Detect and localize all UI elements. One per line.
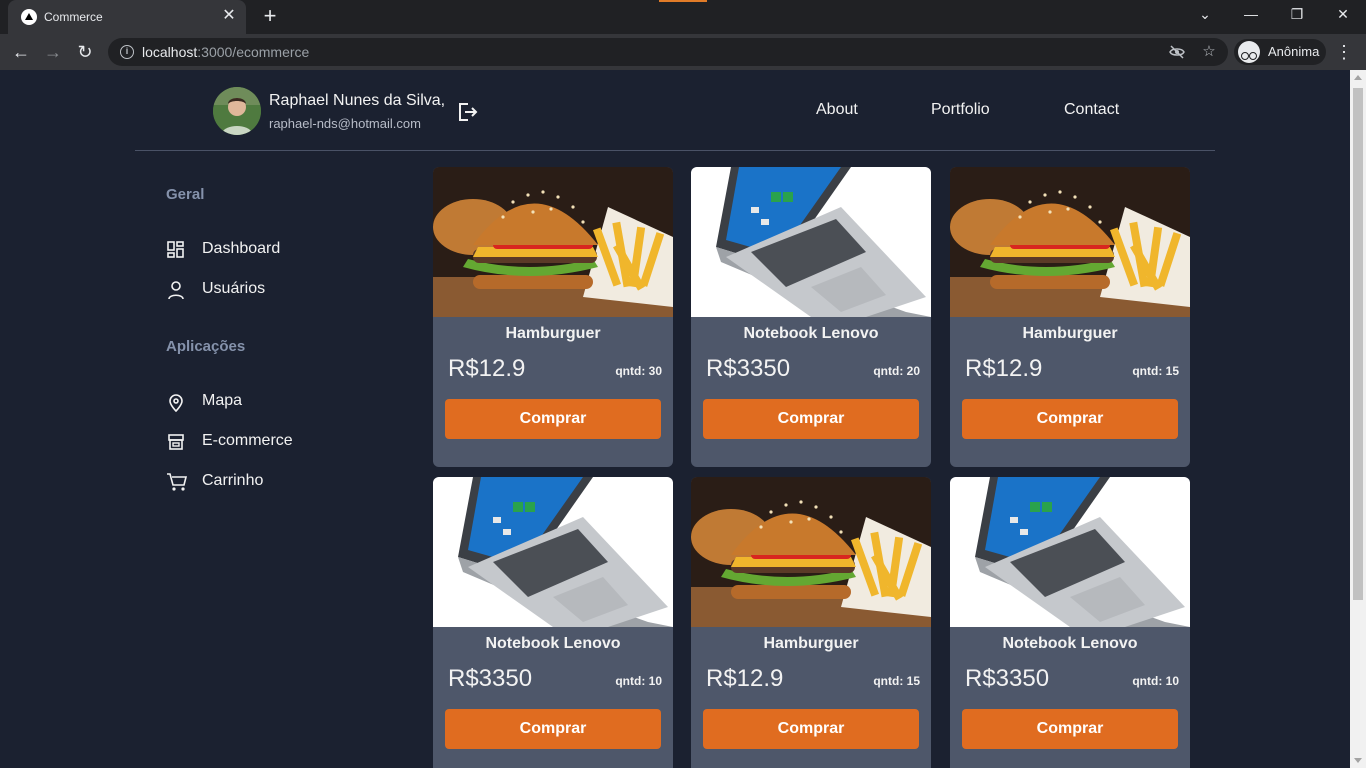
- user-avatar: [213, 87, 261, 135]
- browser-tab-bar: Commerce ✕ + ⌄ — ❐ ✕: [0, 0, 1366, 34]
- product-card: Hamburguer R$12.9 qntd: 15 Comprar: [691, 477, 931, 768]
- close-tab-icon[interactable]: ✕: [220, 7, 238, 25]
- product-name: Hamburguer: [763, 635, 859, 652]
- buy-button[interactable]: Comprar: [962, 399, 1178, 439]
- cart-icon: [167, 473, 188, 491]
- product-image: [433, 167, 673, 317]
- incognito-profile[interactable]: Anônima: [1234, 39, 1326, 65]
- page-content: Raphael Nunes da Silva, raphael-nds@hotm…: [0, 70, 1350, 768]
- product-name: Hamburguer: [1022, 325, 1118, 342]
- product-image: [433, 477, 673, 627]
- site-info-icon[interactable]: i: [120, 45, 134, 59]
- product-image: [950, 477, 1190, 627]
- buy-button[interactable]: Comprar: [445, 709, 661, 749]
- url-host: localhost: [142, 44, 198, 60]
- product-image: [691, 477, 931, 627]
- browser-menu-icon[interactable]: ⋮: [1334, 39, 1354, 65]
- product-quantity: qntd: 15: [873, 674, 920, 688]
- map-pin-icon: [169, 394, 183, 412]
- dashboard-icon: [167, 241, 184, 258]
- product-name: Notebook Lenovo: [485, 635, 621, 652]
- product-card: Hamburguer R$12.9 qntd: 30 Comprar: [433, 167, 673, 467]
- tab-search-icon[interactable]: ⌄: [1182, 0, 1228, 30]
- user-name: Raphael Nunes da Silva,: [269, 92, 446, 109]
- product-quantity: qntd: 10: [615, 674, 662, 688]
- product-price: R$12.9: [448, 355, 526, 382]
- browser-toolbar: ← → ↻ i localhost:3000/ecommerce ☆ Anôni…: [0, 34, 1366, 70]
- buy-button[interactable]: Comprar: [962, 709, 1178, 749]
- url-path: :3000/ecommerce: [197, 44, 310, 60]
- product-quantity: qntd: 20: [873, 364, 920, 378]
- sidebar-item-label: Usuários: [202, 280, 266, 297]
- product-price: R$12.9: [706, 665, 784, 692]
- page-scrollbar[interactable]: [1350, 70, 1366, 768]
- product-card: Notebook Lenovo R$3350 qntd: 10 Comprar: [433, 477, 673, 768]
- back-button[interactable]: ←: [8, 39, 34, 65]
- nav-portfolio[interactable]: Portfolio: [931, 101, 990, 119]
- product-name: Notebook Lenovo: [1002, 635, 1138, 652]
- sidebar-section-aplicacoes: Aplicações: [166, 338, 246, 355]
- product-name: Notebook Lenovo: [743, 325, 879, 342]
- product-price: R$3350: [965, 665, 1050, 692]
- eye-off-icon[interactable]: [1168, 43, 1186, 61]
- product-quantity: qntd: 15: [1132, 364, 1179, 378]
- minimize-button[interactable]: —: [1228, 0, 1274, 30]
- tab-title: Commerce: [44, 10, 103, 24]
- address-bar[interactable]: i localhost:3000/ecommerce ☆: [108, 38, 1228, 66]
- sidebar-item-label: Dashboard: [202, 240, 281, 257]
- sidebar-section-geral: Geral: [166, 186, 205, 203]
- sidebar-item-mapa[interactable]: Mapa: [166, 390, 366, 414]
- page-header: Raphael Nunes da Silva, raphael-nds@hotm…: [135, 70, 1215, 151]
- scroll-down-arrow-icon[interactable]: [1354, 758, 1362, 763]
- scrollbar-thumb[interactable]: [1353, 88, 1363, 600]
- nav-about[interactable]: About: [816, 101, 858, 119]
- sidebar-item-label: E-commerce: [202, 432, 293, 449]
- sidebar-item-label: Carrinho: [202, 472, 264, 489]
- sidebar-item-dashboard[interactable]: Dashboard: [166, 238, 366, 262]
- browser-tab[interactable]: Commerce ✕: [8, 0, 246, 34]
- product-quantity: qntd: 30: [615, 364, 662, 378]
- store-icon: [168, 434, 184, 450]
- product-card: Notebook Lenovo R$3350 qntd: 10 Comprar: [950, 477, 1190, 768]
- product-quantity: qntd: 10: [1132, 674, 1179, 688]
- sidebar-item-carrinho[interactable]: Carrinho: [166, 470, 366, 494]
- product-name: Hamburguer: [505, 325, 601, 342]
- buy-button[interactable]: Comprar: [703, 709, 919, 749]
- product-price: R$12.9: [965, 355, 1043, 382]
- product-card: Hamburguer R$12.9 qntd: 15 Comprar: [950, 167, 1190, 467]
- close-window-button[interactable]: ✕: [1320, 0, 1366, 30]
- profile-label: Anônima: [1268, 44, 1320, 59]
- user-icon: [168, 281, 184, 300]
- product-image: [691, 167, 931, 317]
- nav-contact[interactable]: Contact: [1064, 101, 1119, 119]
- bookmark-star-icon[interactable]: ☆: [1200, 43, 1218, 61]
- new-tab-button[interactable]: +: [258, 5, 282, 29]
- sidebar-item-usuarios[interactable]: Usuários: [166, 278, 366, 302]
- restore-button[interactable]: ❐: [1274, 0, 1320, 30]
- buy-button[interactable]: Comprar: [703, 399, 919, 439]
- sidebar-item-ecommerce[interactable]: E-commerce: [166, 430, 366, 454]
- buy-button[interactable]: Comprar: [445, 399, 661, 439]
- product-image: [950, 167, 1190, 317]
- incognito-icon: [1238, 41, 1260, 63]
- tab-strip-highlight: [659, 0, 707, 2]
- favicon-icon: [21, 9, 37, 25]
- url-text: localhost:3000/ecommerce: [142, 44, 309, 60]
- product-card: Notebook Lenovo R$3350 qntd: 20 Comprar: [691, 167, 931, 467]
- product-price: R$3350: [448, 665, 533, 692]
- sidebar-item-label: Mapa: [202, 392, 243, 409]
- product-price: R$3350: [706, 355, 791, 382]
- logout-icon[interactable]: [455, 100, 479, 124]
- reload-button[interactable]: ↻: [72, 39, 98, 65]
- forward-button[interactable]: →: [40, 39, 66, 65]
- user-email: raphael-nds@hotmail.com: [269, 116, 421, 131]
- scroll-up-arrow-icon[interactable]: [1354, 75, 1362, 80]
